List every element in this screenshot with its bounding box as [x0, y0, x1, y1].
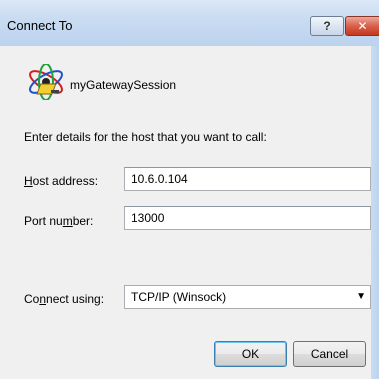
close-button[interactable]: ✕ — [345, 16, 379, 36]
host-address-input[interactable]: 10.6.0.104 — [124, 167, 371, 191]
chevron-down-icon[interactable]: ▼ — [356, 291, 366, 302]
ok-button[interactable]: OK — [214, 341, 287, 367]
title-bar: Connect To ? ✕ — [0, 0, 379, 46]
port-number-label: Port number: — [24, 214, 94, 228]
session-name: myGatewaySession — [70, 78, 177, 92]
session-atom-icon — [29, 64, 63, 100]
instructions-text: Enter details for the host that you want… — [24, 130, 267, 144]
close-icon: ✕ — [357, 19, 368, 33]
cancel-button[interactable]: Cancel — [293, 341, 366, 367]
help-button[interactable]: ? — [310, 16, 344, 36]
connect-using-select[interactable]: TCP/IP (Winsock) ▼ — [124, 285, 371, 309]
window-title: Connect To — [7, 18, 73, 33]
window-border — [371, 46, 379, 379]
connect-using-label: Connect using: — [24, 292, 105, 306]
help-icon: ? — [323, 19, 331, 33]
port-number-input[interactable]: 13000 — [124, 206, 371, 230]
host-address-label: Host address: — [24, 174, 99, 188]
connect-using-value: TCP/IP (Winsock) — [131, 290, 227, 304]
